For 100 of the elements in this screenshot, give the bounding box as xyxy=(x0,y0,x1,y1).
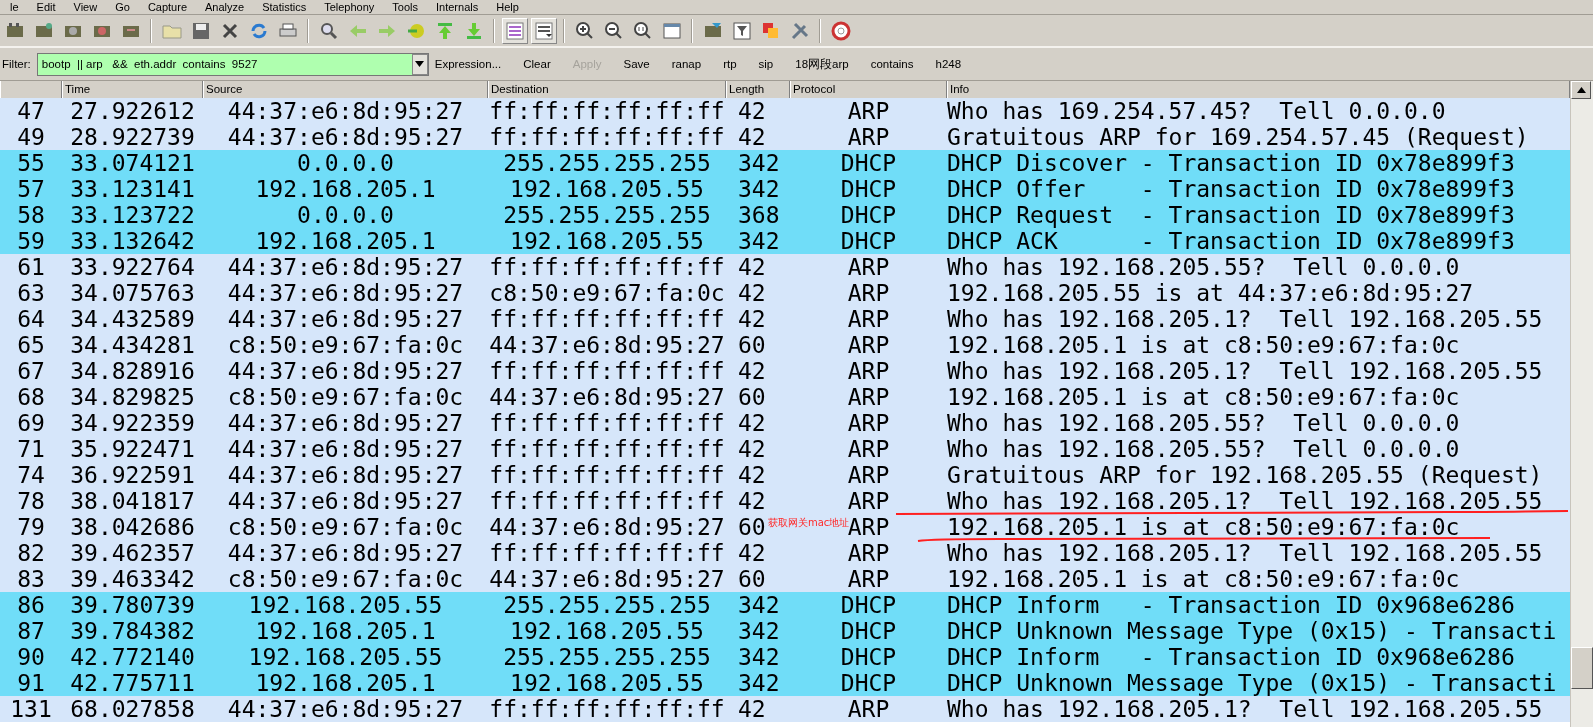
table-cell: ff:ff:ff:ff:ff:ff xyxy=(489,101,725,121)
table-cell: ARP xyxy=(847,309,890,329)
table-cell: 67 xyxy=(17,361,45,381)
table-cell: 78 xyxy=(17,491,45,511)
table-cell: c8:50:e9:67:fa:0c xyxy=(227,517,464,537)
menu-item[interactable]: le xyxy=(10,1,27,13)
table-cell: 87 xyxy=(17,621,45,641)
menu-item[interactable]: Tools xyxy=(392,1,426,13)
table-cell: 34.075763 xyxy=(70,283,195,303)
table-cell: c8:50:e9:67:fa:0c xyxy=(489,283,725,303)
filter-toolbar-button[interactable]: ranap xyxy=(671,58,702,70)
table-cell: 42 xyxy=(738,699,766,719)
table-cell: 33.123141 xyxy=(70,179,195,199)
table-cell: 83 xyxy=(17,569,45,589)
autoscroll-button[interactable] xyxy=(530,17,557,44)
table-cell: ARP xyxy=(847,101,890,121)
table-cell: ff:ff:ff:ff:ff:ff xyxy=(489,127,725,147)
filter-toolbar-button[interactable]: rtp xyxy=(723,58,737,70)
menu-item[interactable]: Statistics xyxy=(262,1,315,13)
packet-row[interactable]: 87 39.784382 192.168.205.1 192.168.205.55 342 DHCP DHCP Unknown Message Type (0x15) - Transacti xyxy=(0,618,1570,644)
packet-row[interactable]: 131 68.027858 44:37:e6:8d:95:27 ff:ff:ff:ff:ff:ff 42 ARP Who has 192.168.205.1? Tell 192.168.205.55 xyxy=(0,696,1570,722)
packet-row[interactable]: 68 34.829825 c8:50:e9:67:fa:0c 44:37:e6:8d:95:27 60 ARP 192.168.205.1 is at c8:50:e9:67:fa:0c xyxy=(0,384,1570,410)
menu-item[interactable]: Internals xyxy=(436,1,487,13)
packet-row[interactable]: 47 27.922612 44:37:e6:8d:95:27 ff:ff:ff:ff:ff:ff 42 ARP Who has 169.254.57.45? Tell 0.0.0.0 xyxy=(0,98,1570,124)
packet-row[interactable]: 57 33.123141 192.168.205.1 192.168.205.55 342 DHCP DHCP Offer - Transaction ID 0x78e899f3 xyxy=(0,176,1570,202)
table-cell: 42 xyxy=(738,283,766,303)
table-cell: ARP xyxy=(847,283,890,303)
table-cell: 255.255.255.255 xyxy=(503,205,711,225)
packet-row[interactable]: 78 38.041817 44:37:e6:8d:95:27 ff:ff:ff:ff:ff:ff 42 ARP Who has 192.168.205.1? Tell 192.168.205.55 xyxy=(0,488,1570,514)
packet-row[interactable]: 49 28.922739 44:37:e6:8d:95:27 ff:ff:ff:ff:ff:ff 42 ARP Gratuitous ARP for 169.254.57.45 (Request) xyxy=(0,124,1570,150)
filter-toolbar-button[interactable]: sip xyxy=(758,58,774,70)
table-cell: 33.074121 xyxy=(70,153,195,173)
packet-row[interactable]: 67 34.828916 44:37:e6:8d:95:27 ff:ff:ff:ff:ff:ff 42 ARP Who has 192.168.205.1? Tell 192.168.205.55 xyxy=(0,358,1570,384)
filter-toolbar-button[interactable]: contains xyxy=(870,58,914,70)
table-cell: 131 xyxy=(10,699,52,719)
table-cell: 44:37:e6:8d:95:27 xyxy=(227,283,464,303)
filter-toolbar-button[interactable]: Clear xyxy=(523,58,551,70)
scrollbar-thumb[interactable] xyxy=(1571,647,1593,689)
packet-row[interactable]: 55 33.074121 0.0.0.0 255.255.255.255 342 DHCP DHCP Discover - Transaction ID 0x78e899f3 xyxy=(0,150,1570,176)
table-cell: 44:37:e6:8d:95:27 xyxy=(227,491,464,511)
packet-row[interactable]: 90 42.772140 192.168.205.55 255.255.255.255 342 DHCP DHCP Inform - Transaction ID 0x968e6286 xyxy=(0,644,1570,670)
table-cell: ARP xyxy=(847,517,890,537)
packet-row[interactable]: 69 34.922359 44:37:e6:8d:95:27 ff:ff:ff:ff:ff:ff 42 ARP Who has 192.168.205.55? Tell 0.0.0.0 xyxy=(0,410,1570,436)
colorize-button[interactable] xyxy=(501,17,528,44)
table-cell: 86 xyxy=(17,595,45,615)
filter-toolbar-button[interactable]: Save xyxy=(623,58,650,70)
packet-row[interactable]: 71 35.922471 44:37:e6:8d:95:27 ff:ff:ff:ff:ff:ff 42 ARP Who has 192.168.205.55? Tell 0.0.0.0 xyxy=(0,436,1570,462)
table-cell: ARP xyxy=(847,491,890,511)
table-cell: 28.922739 xyxy=(70,127,195,147)
table-cell: 0.0.0.0 xyxy=(297,153,394,173)
table-cell: ARP xyxy=(847,439,890,459)
packet-row[interactable]: 61 33.922764 44:37:e6:8d:95:27 ff:ff:ff:ff:ff:ff 42 ARP Who has 192.168.205.55? Tell 0.0.0.0 xyxy=(0,254,1570,280)
filter-field[interactable]: bootp || arp && eth.addr contains 9527 xyxy=(36,52,429,76)
menu-item[interactable]: Capture xyxy=(147,1,195,13)
table-cell: 44:37:e6:8d:95:27 xyxy=(227,309,464,329)
menu-item[interactable]: View xyxy=(73,1,106,13)
menu-item[interactable]: Telephony xyxy=(324,1,383,13)
filter-toolbar-button[interactable]: 18网段arp xyxy=(795,56,849,72)
table-cell: ARP xyxy=(847,699,890,719)
help-icon xyxy=(829,19,852,42)
table-cell: 192.168.205.55 xyxy=(248,595,443,615)
table-cell: 44:37:e6:8d:95:27 xyxy=(227,413,464,433)
table-cell: 342 xyxy=(738,673,780,693)
packet-row[interactable]: 82 39.462357 44:37:e6:8d:95:27 ff:ff:ff:ff:ff:ff 42 ARP Who has 192.168.205.1? Tell 192.168.205.55 xyxy=(0,540,1570,566)
packet-row[interactable]: 74 36.922591 44:37:e6:8d:95:27 ff:ff:ff:ff:ff:ff 42 ARP Gratuitous ARP for 192.168.205.55 (Request) xyxy=(0,462,1570,488)
menu-item[interactable]: Go xyxy=(115,1,138,13)
table-cell: 42 xyxy=(738,491,766,511)
packet-row[interactable]: 83 39.463342 c8:50:e9:67:fa:0c 44:37:e6:8d:95:27 60 ARP 192.168.205.1 is at c8:50:e9:67:fa:0c xyxy=(0,566,1570,592)
table-cell: 342 xyxy=(738,595,780,615)
table-cell: ARP xyxy=(847,335,890,355)
packet-row[interactable]: 63 34.075763 44:37:e6:8d:95:27 c8:50:e9:67:fa:0c 42 ARP 192.168.205.55 is at 44:37:e6:8d:95:27 xyxy=(0,280,1570,306)
menu-item[interactable]: Analyze xyxy=(205,1,253,13)
table-cell: 74 xyxy=(17,465,45,485)
menu-item[interactable]: Edit xyxy=(36,1,64,13)
packet-row[interactable]: 64 34.432589 44:37:e6:8d:95:27 ff:ff:ff:ff:ff:ff 42 ARP Who has 192.168.205.1? Tell 192.168.205.55 xyxy=(0,306,1570,332)
table-cell: 44:37:e6:8d:95:27 xyxy=(489,387,725,407)
packet-row[interactable]: 58 33.123722 0.0.0.0 255.255.255.255 368 DHCP DHCP Request - Transaction ID 0x78e899f3 xyxy=(0,202,1570,228)
table-cell: ARP xyxy=(847,387,890,407)
packet-row[interactable]: 91 42.775711 192.168.205.1 192.168.205.55 342 DHCP DHCP Unknown Message Type (0x15) - Transacti xyxy=(0,670,1570,696)
table-cell: DHCP Offer - Transaction ID 0x78e899f3 xyxy=(947,179,1515,199)
table-cell: 49 xyxy=(17,127,45,147)
scroll-up-button[interactable] xyxy=(1571,81,1591,99)
filter-toolbar-button[interactable]: Expression... xyxy=(434,58,502,70)
table-cell: 82 xyxy=(17,543,45,563)
packet-row[interactable]: 59 33.132642 192.168.205.1 192.168.205.55 342 DHCP DHCP ACK - Transaction ID 0x78e899f3 xyxy=(0,228,1570,254)
menu-item[interactable]: Help xyxy=(496,1,527,13)
packet-row[interactable]: 86 39.780739 192.168.205.55 255.255.255.255 342 DHCP DHCP Inform - Transaction ID 0x968e6286 xyxy=(0,592,1570,618)
table-cell: DHCP Discover - Transaction ID 0x78e899f3 xyxy=(947,153,1515,173)
colorize-icon xyxy=(503,19,526,42)
table-cell: 192.168.205.1 is at c8:50:e9:67:fa:0c xyxy=(947,569,1460,589)
filter-toolbar-button[interactable]: h248 xyxy=(935,58,962,70)
table-cell: c8:50:e9:67:fa:0c xyxy=(227,335,464,355)
packet-row[interactable]: 65 34.434281 c8:50:e9:67:fa:0c 44:37:e6:8d:95:27 60 ARP 192.168.205.1 is at c8:50:e9:67:fa:0c xyxy=(0,332,1570,358)
table-cell: 27.922612 xyxy=(70,101,195,121)
table-cell: ff:ff:ff:ff:ff:ff xyxy=(489,699,725,719)
table-cell: 192.168.205.1 xyxy=(255,179,436,199)
table-cell: Who has 169.254.57.45? Tell 0.0.0.0 xyxy=(947,101,1446,121)
table-cell: Who has 192.168.205.55? Tell 0.0.0.0 xyxy=(947,413,1460,433)
table-cell: 69 xyxy=(17,413,45,433)
table-cell: ARP xyxy=(847,127,890,147)
